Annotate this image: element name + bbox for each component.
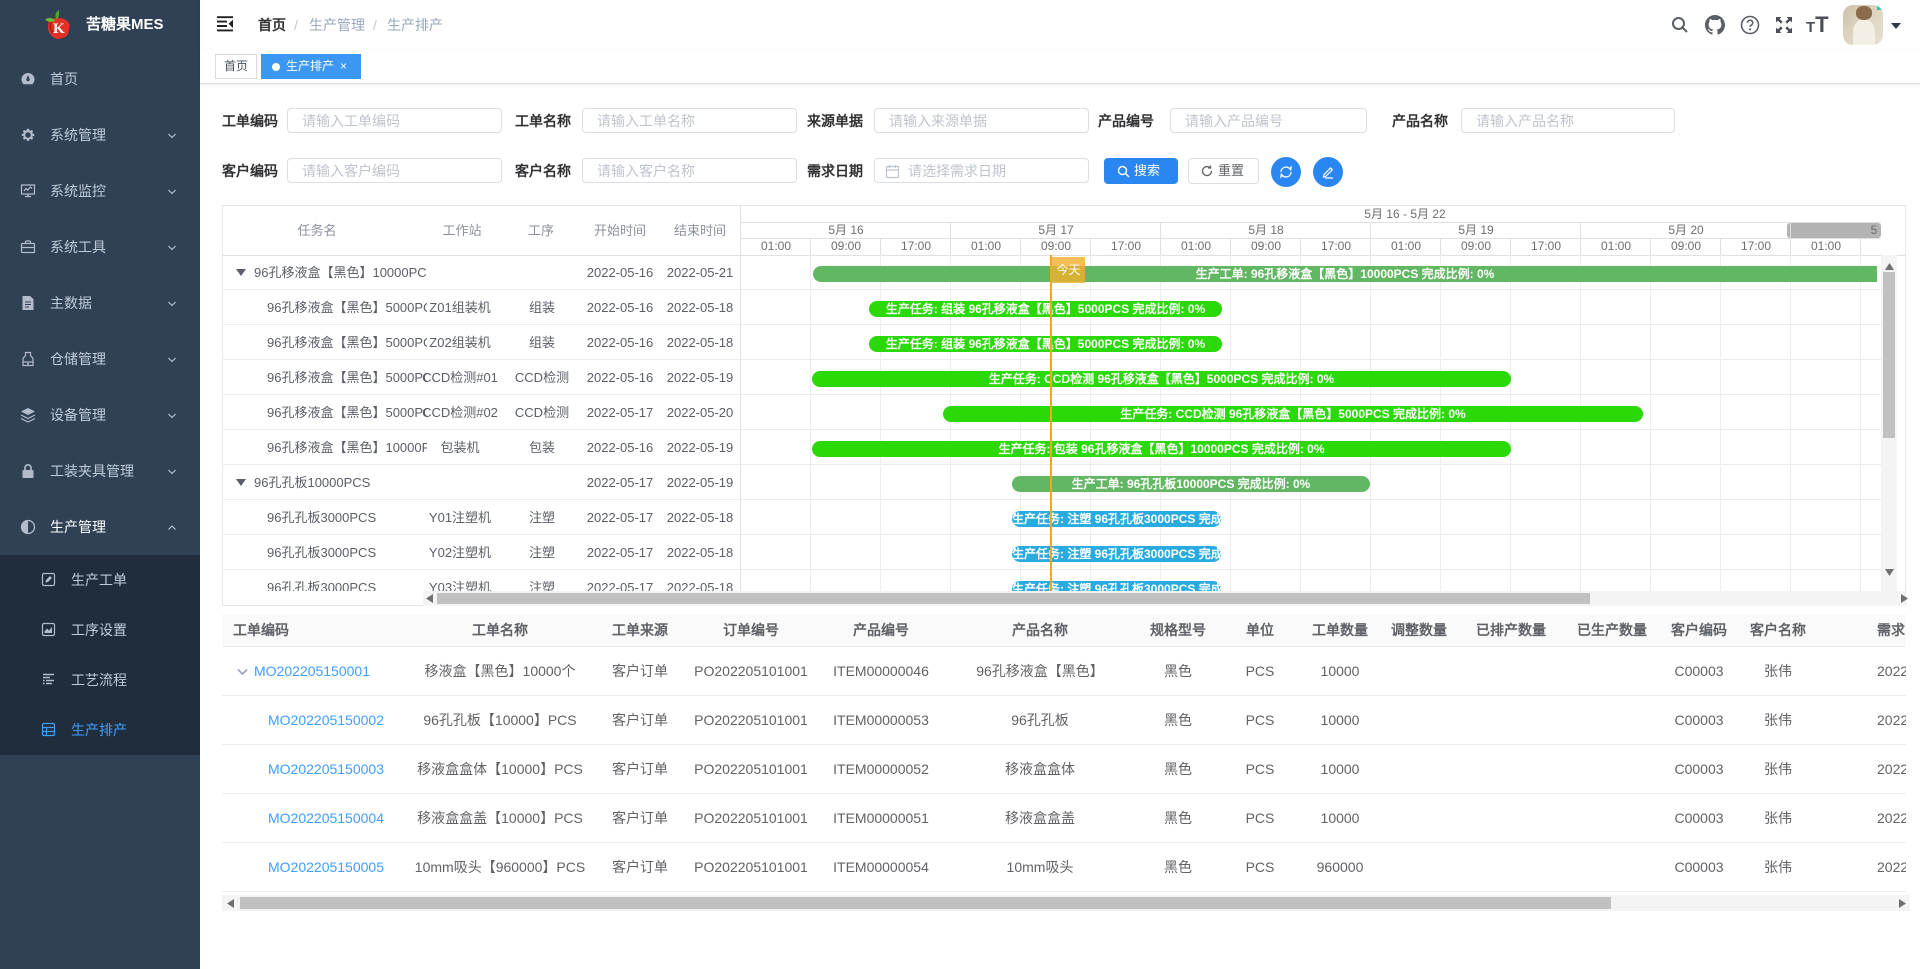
svg-text:K: K: [53, 21, 65, 37]
